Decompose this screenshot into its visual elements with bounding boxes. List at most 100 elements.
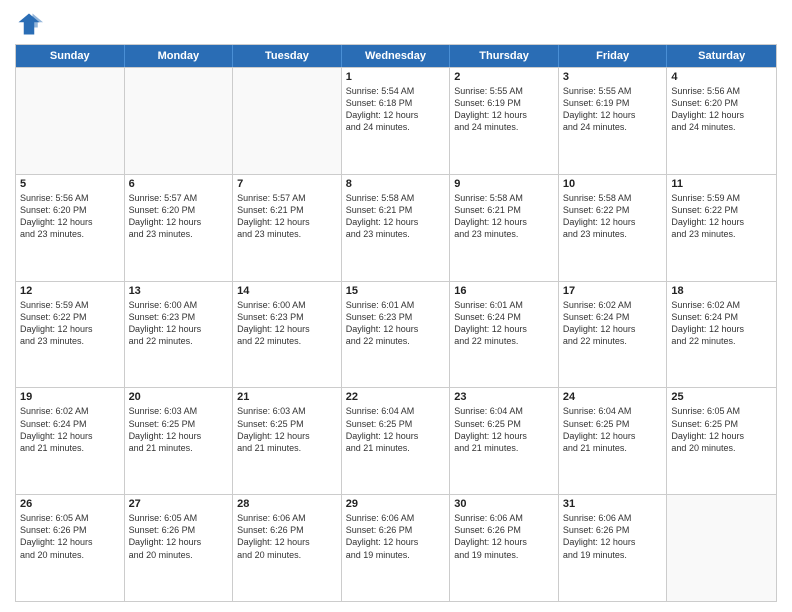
header-day-monday: Monday — [125, 45, 234, 67]
calendar-cell: 29 Sunrise: 6:06 AM Sunset: 6:26 PM Dayli… — [342, 495, 451, 601]
calendar-cell: 20 Sunrise: 6:03 AM Sunset: 6:25 PM Dayli… — [125, 388, 234, 494]
day-number: 17 — [563, 285, 663, 297]
day-number: 23 — [454, 391, 554, 403]
day-number: 12 — [20, 285, 120, 297]
header-day-thursday: Thursday — [450, 45, 559, 67]
cell-info: Sunrise: 6:02 AM Sunset: 6:24 PM Dayligh… — [563, 299, 663, 348]
cell-info: Sunrise: 5:56 AM Sunset: 6:20 PM Dayligh… — [20, 192, 120, 241]
calendar-cell: 7 Sunrise: 5:57 AM Sunset: 6:21 PM Daylig… — [233, 175, 342, 281]
cell-info: Sunrise: 6:00 AM Sunset: 6:23 PM Dayligh… — [237, 299, 337, 348]
calendar-cell: 13 Sunrise: 6:00 AM Sunset: 6:23 PM Dayli… — [125, 282, 234, 388]
cell-info: Sunrise: 5:58 AM Sunset: 6:21 PM Dayligh… — [454, 192, 554, 241]
day-number: 13 — [129, 285, 229, 297]
cell-info: Sunrise: 6:06 AM Sunset: 6:26 PM Dayligh… — [346, 512, 446, 561]
logo — [15, 10, 47, 38]
calendar-cell — [233, 68, 342, 174]
calendar-cell: 19 Sunrise: 6:02 AM Sunset: 6:24 PM Dayli… — [16, 388, 125, 494]
header-day-wednesday: Wednesday — [342, 45, 451, 67]
calendar-header: SundayMondayTuesdayWednesdayThursdayFrid… — [16, 45, 776, 67]
header-day-saturday: Saturday — [667, 45, 776, 67]
calendar-cell: 30 Sunrise: 6:06 AM Sunset: 6:26 PM Dayli… — [450, 495, 559, 601]
calendar-cell: 3Sunrise: 5:55 AM Sunset: 6:19 PM Daylig… — [559, 68, 668, 174]
header — [15, 10, 777, 38]
calendar-cell: 2 Sunrise: 5:55 AM Sunset: 6:19 PM Daylig… — [450, 68, 559, 174]
day-number: 2 — [454, 71, 554, 83]
cell-info: Sunrise: 6:03 AM Sunset: 6:25 PM Dayligh… — [129, 405, 229, 454]
calendar-cell — [125, 68, 234, 174]
header-day-friday: Friday — [559, 45, 668, 67]
calendar: SundayMondayTuesdayWednesdayThursdayFrid… — [15, 44, 777, 602]
day-number: 22 — [346, 391, 446, 403]
day-number: 5 — [20, 178, 120, 190]
calendar-cell: 23Sunrise: 6:04 AM Sunset: 6:25 PM Dayli… — [450, 388, 559, 494]
calendar-cell: 8 Sunrise: 5:58 AM Sunset: 6:21 PM Daylig… — [342, 175, 451, 281]
day-number: 29 — [346, 498, 446, 510]
cell-info: Sunrise: 5:56 AM Sunset: 6:20 PM Dayligh… — [671, 85, 772, 134]
day-number: 25 — [671, 391, 772, 403]
calendar-cell: 22 Sunrise: 6:04 AM Sunset: 6:25 PM Dayli… — [342, 388, 451, 494]
calendar-row-1: 1Sunrise: 5:54 AM Sunset: 6:18 PM Daylig… — [16, 67, 776, 174]
calendar-cell: 4 Sunrise: 5:56 AM Sunset: 6:20 PM Daylig… — [667, 68, 776, 174]
page: SundayMondayTuesdayWednesdayThursdayFrid… — [0, 0, 792, 612]
cell-info: Sunrise: 6:04 AM Sunset: 6:25 PM Dayligh… — [346, 405, 446, 454]
calendar-cell — [16, 68, 125, 174]
calendar-cell: 16Sunrise: 6:01 AM Sunset: 6:24 PM Dayli… — [450, 282, 559, 388]
day-number: 8 — [346, 178, 446, 190]
calendar-row-3: 12 Sunrise: 5:59 AM Sunset: 6:22 PM Dayli… — [16, 281, 776, 388]
cell-info: Sunrise: 5:59 AM Sunset: 6:22 PM Dayligh… — [20, 299, 120, 348]
calendar-body: 1Sunrise: 5:54 AM Sunset: 6:18 PM Daylig… — [16, 67, 776, 601]
day-number: 20 — [129, 391, 229, 403]
calendar-cell: 27 Sunrise: 6:05 AM Sunset: 6:26 PM Dayli… — [125, 495, 234, 601]
day-number: 10 — [563, 178, 663, 190]
calendar-row-4: 19 Sunrise: 6:02 AM Sunset: 6:24 PM Dayli… — [16, 387, 776, 494]
calendar-cell: 21Sunrise: 6:03 AM Sunset: 6:25 PM Dayli… — [233, 388, 342, 494]
day-number: 18 — [671, 285, 772, 297]
cell-info: Sunrise: 6:02 AM Sunset: 6:24 PM Dayligh… — [671, 299, 772, 348]
calendar-cell: 31Sunrise: 6:06 AM Sunset: 6:26 PM Dayli… — [559, 495, 668, 601]
day-number: 19 — [20, 391, 120, 403]
cell-info: Sunrise: 5:57 AM Sunset: 6:20 PM Dayligh… — [129, 192, 229, 241]
header-day-tuesday: Tuesday — [233, 45, 342, 67]
day-number: 3 — [563, 71, 663, 83]
calendar-cell: 25 Sunrise: 6:05 AM Sunset: 6:25 PM Dayli… — [667, 388, 776, 494]
calendar-cell: 28 Sunrise: 6:06 AM Sunset: 6:26 PM Dayli… — [233, 495, 342, 601]
cell-info: Sunrise: 5:57 AM Sunset: 6:21 PM Dayligh… — [237, 192, 337, 241]
calendar-cell: 10 Sunrise: 5:58 AM Sunset: 6:22 PM Dayli… — [559, 175, 668, 281]
cell-info: Sunrise: 6:01 AM Sunset: 6:23 PM Dayligh… — [346, 299, 446, 348]
calendar-cell: 26 Sunrise: 6:05 AM Sunset: 6:26 PM Dayli… — [16, 495, 125, 601]
day-number: 24 — [563, 391, 663, 403]
calendar-cell: 17 Sunrise: 6:02 AM Sunset: 6:24 PM Dayli… — [559, 282, 668, 388]
calendar-row-2: 5 Sunrise: 5:56 AM Sunset: 6:20 PM Daylig… — [16, 174, 776, 281]
day-number: 14 — [237, 285, 337, 297]
cell-info: Sunrise: 5:59 AM Sunset: 6:22 PM Dayligh… — [671, 192, 772, 241]
calendar-cell: 12 Sunrise: 5:59 AM Sunset: 6:22 PM Dayli… — [16, 282, 125, 388]
cell-info: Sunrise: 6:06 AM Sunset: 6:26 PM Dayligh… — [237, 512, 337, 561]
cell-info: Sunrise: 5:58 AM Sunset: 6:21 PM Dayligh… — [346, 192, 446, 241]
day-number: 21 — [237, 391, 337, 403]
cell-info: Sunrise: 6:00 AM Sunset: 6:23 PM Dayligh… — [129, 299, 229, 348]
calendar-cell: 9Sunrise: 5:58 AM Sunset: 6:21 PM Daylig… — [450, 175, 559, 281]
cell-info: Sunrise: 6:06 AM Sunset: 6:26 PM Dayligh… — [563, 512, 663, 561]
day-number: 30 — [454, 498, 554, 510]
cell-info: Sunrise: 6:05 AM Sunset: 6:26 PM Dayligh… — [129, 512, 229, 561]
cell-info: Sunrise: 6:05 AM Sunset: 6:25 PM Dayligh… — [671, 405, 772, 454]
calendar-row-5: 26 Sunrise: 6:05 AM Sunset: 6:26 PM Dayli… — [16, 494, 776, 601]
header-day-sunday: Sunday — [16, 45, 125, 67]
day-number: 26 — [20, 498, 120, 510]
cell-info: Sunrise: 6:05 AM Sunset: 6:26 PM Dayligh… — [20, 512, 120, 561]
calendar-cell: 1Sunrise: 5:54 AM Sunset: 6:18 PM Daylig… — [342, 68, 451, 174]
calendar-cell: 14 Sunrise: 6:00 AM Sunset: 6:23 PM Dayli… — [233, 282, 342, 388]
day-number: 7 — [237, 178, 337, 190]
day-number: 28 — [237, 498, 337, 510]
cell-info: Sunrise: 6:02 AM Sunset: 6:24 PM Dayligh… — [20, 405, 120, 454]
cell-info: Sunrise: 5:55 AM Sunset: 6:19 PM Dayligh… — [454, 85, 554, 134]
day-number: 27 — [129, 498, 229, 510]
cell-info: Sunrise: 5:54 AM Sunset: 6:18 PM Dayligh… — [346, 85, 446, 134]
cell-info: Sunrise: 5:58 AM Sunset: 6:22 PM Dayligh… — [563, 192, 663, 241]
calendar-cell: 18 Sunrise: 6:02 AM Sunset: 6:24 PM Dayli… — [667, 282, 776, 388]
cell-info: Sunrise: 6:06 AM Sunset: 6:26 PM Dayligh… — [454, 512, 554, 561]
logo-icon — [15, 10, 43, 38]
day-number: 6 — [129, 178, 229, 190]
calendar-cell: 11Sunrise: 5:59 AM Sunset: 6:22 PM Dayli… — [667, 175, 776, 281]
day-number: 4 — [671, 71, 772, 83]
